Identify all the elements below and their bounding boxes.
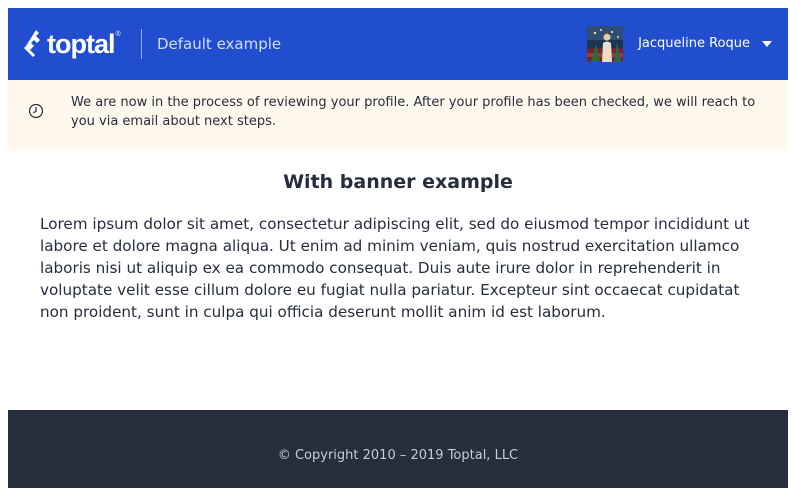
body-paragraph: Lorem ipsum dolor sit amet, consectetur … <box>40 215 750 321</box>
app-title: Default example <box>157 35 282 53</box>
toptal-logo-link[interactable]: toptal ® <box>24 28 121 60</box>
footer: © Copyright 2010 – 2019 Toptal, LLC <box>8 410 788 488</box>
header-divider <box>141 29 142 59</box>
status-banner: We are now in the process of reviewing y… <box>8 80 788 151</box>
top-bar: toptal ® Default example Jacqueline Roqu… <box>8 8 788 80</box>
registered-mark: ® <box>115 30 121 38</box>
app-frame: toptal ® Default example Jacqueline Roqu… <box>8 8 788 488</box>
banner-message: We are now in the process of reviewing y… <box>71 95 756 129</box>
user-name: Jacqueline Roque <box>638 36 750 51</box>
clock-icon <box>28 103 44 119</box>
copyright-text: © Copyright 2010 – 2019 Toptal, LLC <box>277 448 519 463</box>
toptal-wordmark: toptal <box>47 29 115 59</box>
user-avatar <box>587 26 624 62</box>
toptal-logo-icon <box>24 30 40 57</box>
caret-down-icon <box>762 41 772 47</box>
user-menu[interactable]: Jacqueline Roque <box>587 26 772 62</box>
page-title: With banner example <box>283 171 513 193</box>
